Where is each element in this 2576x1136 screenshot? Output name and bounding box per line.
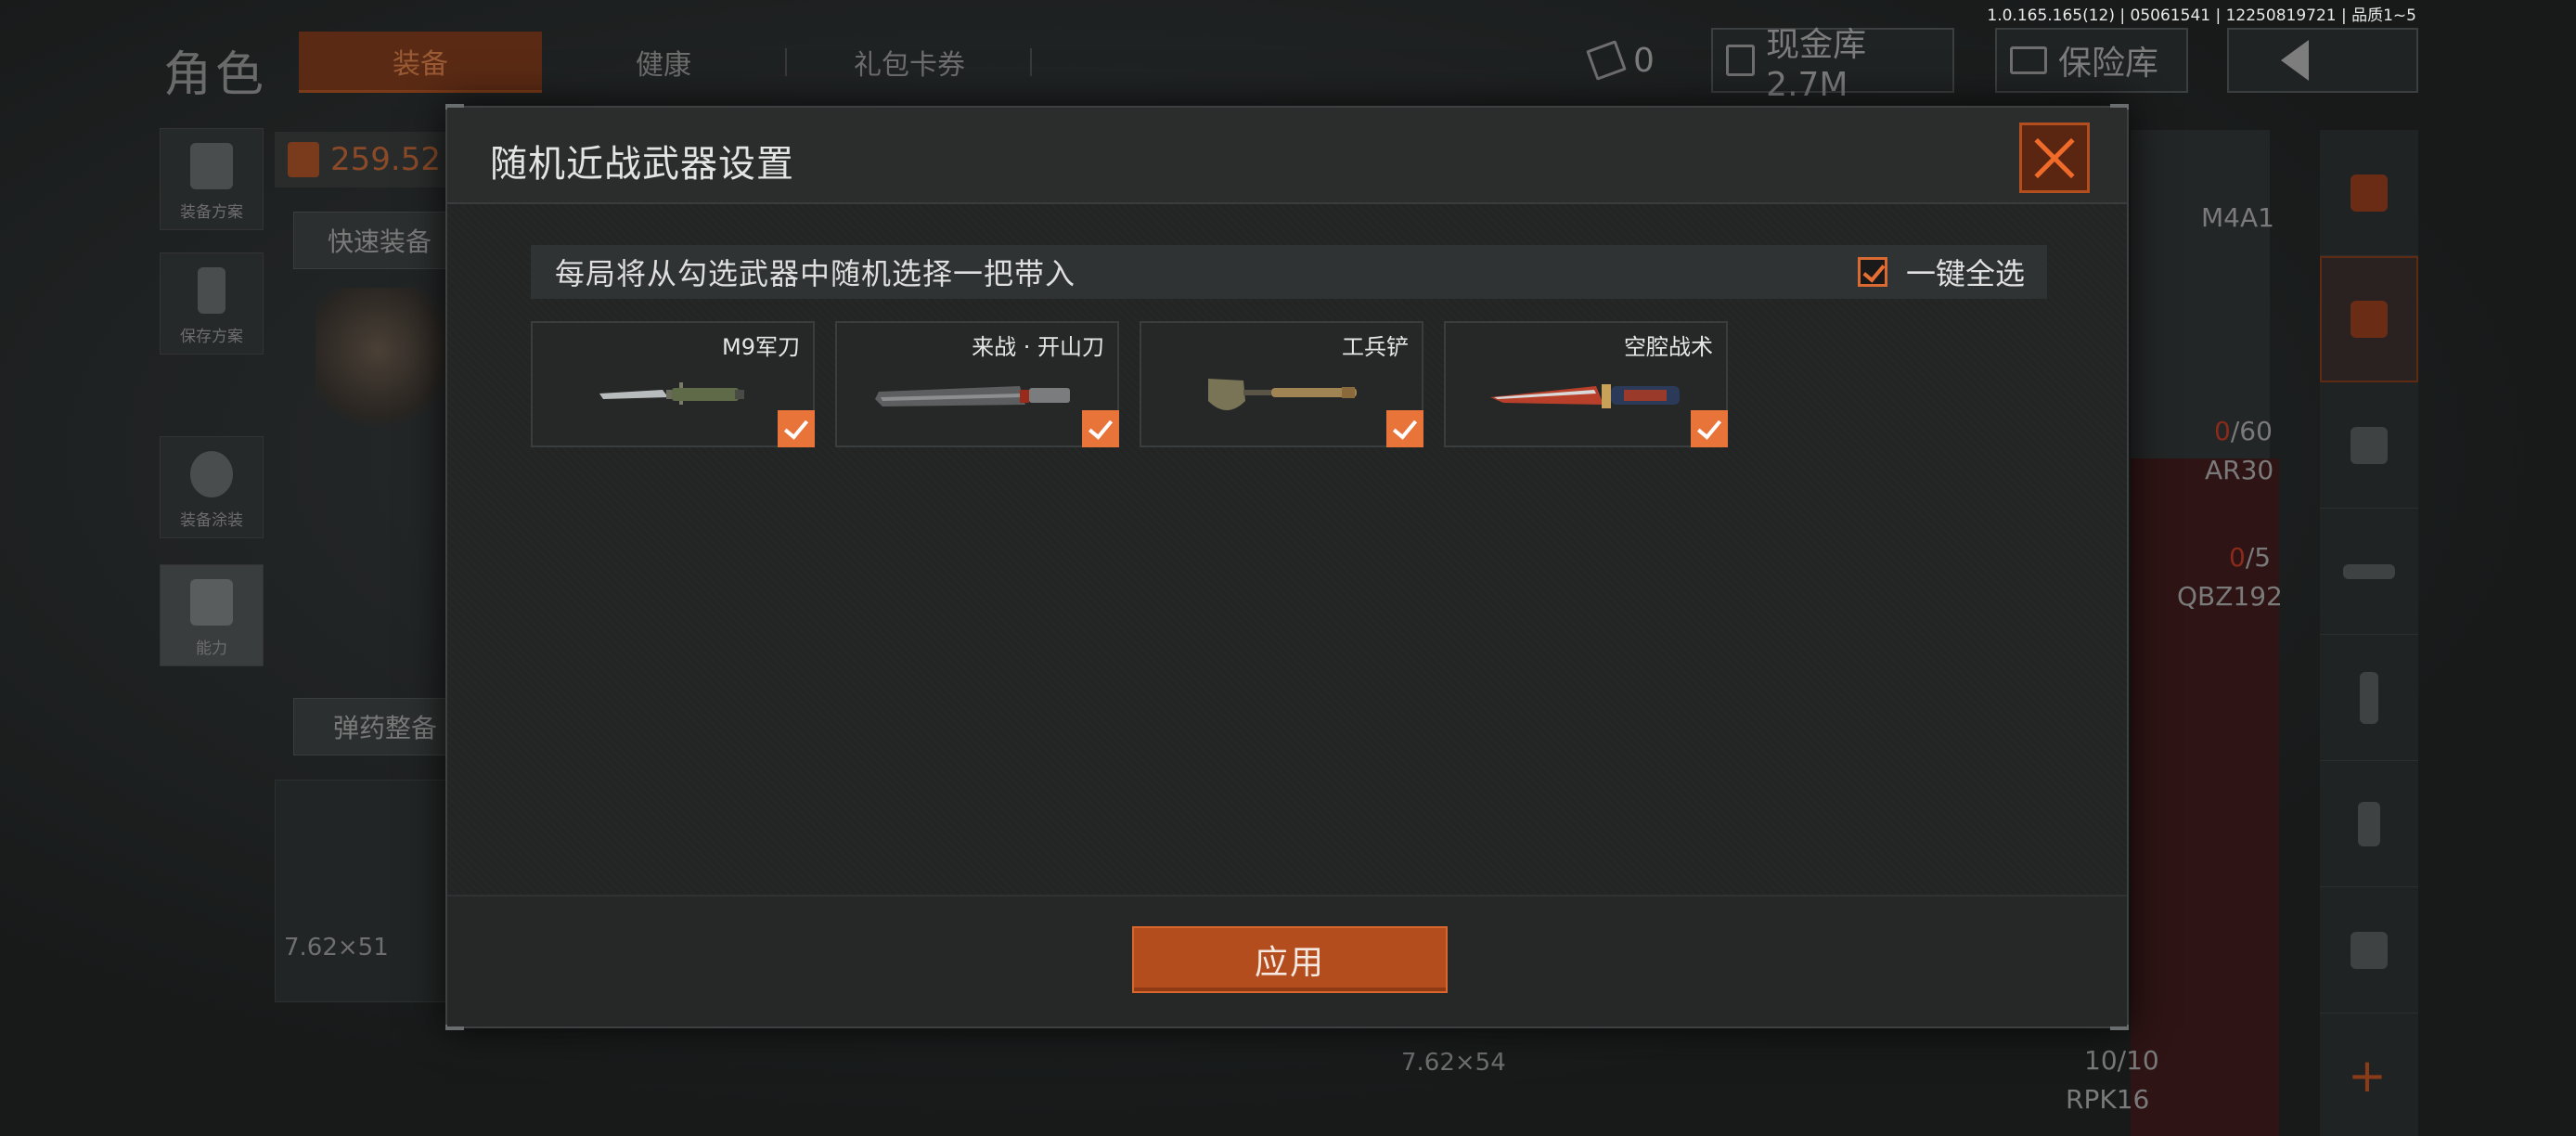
vault-icon <box>2010 46 2047 74</box>
weapon-card-tactical-knife[interactable]: 空腔战术 <box>1444 321 1728 447</box>
shovel-image <box>1208 379 1357 410</box>
add-icon[interactable]: + <box>2348 1049 2387 1103</box>
ticket-count: 0 <box>1633 41 1655 80</box>
resource-counter: 259.52 <box>275 132 460 187</box>
rifle-icon <box>2343 563 2395 579</box>
cash-vault-button[interactable]: 现金库 2.7M <box>1711 26 1954 104</box>
category-item[interactable] <box>2320 382 2418 509</box>
game-screen: 1.0.165.165(12) | 05061541 | 12250819721… <box>0 0 2576 1136</box>
nav-label: 保存方案 <box>180 328 243 346</box>
weapon-grid: M9军刀 来战 · 开山刀 工兵铲 空腔战术 <box>531 321 1728 447</box>
ticket-counter: 0 <box>1578 28 1680 93</box>
checked-checkbox-icon[interactable] <box>1082 410 1119 447</box>
ticket-icon <box>1586 40 1627 81</box>
tab-divider <box>1030 48 1032 76</box>
resource-value: 259.52 <box>330 141 441 178</box>
lightning-icon <box>190 579 233 626</box>
category-item[interactable] <box>2320 256 2418 382</box>
ammo-button[interactable]: 弹药整备 <box>293 698 460 755</box>
back-arrow-icon <box>2281 40 2309 81</box>
weapon-count: 0/60 <box>2214 416 2273 446</box>
melee-settings-dialog: 随机近战武器设置 每局将从勾选武器中随机选择一把带入 一键全选 M9军刀 来战 … <box>445 104 2129 1030</box>
weapon-count-used: 0 <box>2229 542 2246 573</box>
nav-label: 能力 <box>196 639 227 658</box>
machete-image <box>875 386 1070 407</box>
weapon-name[interactable]: M4A1 <box>2201 202 2274 233</box>
weapon-card-machete[interactable]: 来战 · 开山刀 <box>835 321 1119 447</box>
dialog-header: 随机近战武器设置 <box>447 108 2127 204</box>
category-item[interactable] <box>2320 761 2418 887</box>
weapon-name: 工兵铲 <box>1342 334 1409 360</box>
bayonet-image <box>599 382 744 405</box>
close-button[interactable] <box>2019 123 2090 193</box>
cash-icon <box>1726 45 1756 76</box>
caliber-label: 7.62×51 <box>284 934 389 962</box>
weapon-name[interactable]: QBZ192 <box>2177 581 2283 612</box>
weapon-count: 10/10 <box>2084 1045 2159 1076</box>
caliber-label: 7.62×54 <box>1401 1049 1506 1077</box>
vault-button[interactable]: 保险库 <box>1995 28 2188 93</box>
tactical-knife-image <box>1490 384 1680 408</box>
weapon-name: 来战 · 开山刀 <box>972 334 1104 360</box>
quick-equip-button[interactable]: 快速装备 <box>293 212 460 269</box>
checked-checkbox-icon[interactable] <box>1386 410 1423 447</box>
version-text: 1.0.165.165(12) | 05061541 | 12250819721… <box>1987 6 2416 25</box>
weapon-name[interactable]: AR30 <box>2205 455 2273 485</box>
category-item[interactable] <box>2320 635 2418 761</box>
download-icon <box>198 267 225 314</box>
helmet-icon <box>2351 426 2388 464</box>
weapon-count-used: 0 <box>2214 416 2231 446</box>
tab-divider <box>785 48 787 76</box>
weapon-name: M9军刀 <box>722 334 800 360</box>
weapon-card-shovel[interactable]: 工兵铲 <box>1140 321 1423 447</box>
vest-icon <box>2351 931 2388 969</box>
info-text: 每局将从勾选武器中随机选择一把带入 <box>555 256 1076 291</box>
info-bar: 每局将从勾选武器中随机选择一把带入 一键全选 <box>531 245 2047 299</box>
checkbox-icon[interactable] <box>1857 257 1887 287</box>
backpack-icon <box>190 143 233 189</box>
weapon-count-total: /60 <box>2230 416 2273 446</box>
select-all-label: 一键全选 <box>1905 256 2025 291</box>
magazine-icon <box>2360 671 2378 724</box>
category-item[interactable] <box>2320 130 2418 256</box>
select-all-toggle[interactable]: 一键全选 <box>1857 251 2025 293</box>
vault-label: 保险库 <box>2058 45 2159 83</box>
tab-equipment[interactable]: 装备 <box>299 32 542 93</box>
helmet-image <box>316 288 455 427</box>
nav-label: 装备涂装 <box>180 511 243 530</box>
weapon-name[interactable]: RPK16 <box>2066 1084 2149 1115</box>
soldier-icon <box>190 451 233 497</box>
page-title: 角色 <box>163 47 268 103</box>
dialog-title: 随机近战武器设置 <box>490 143 794 186</box>
category-item[interactable] <box>2320 887 2418 1013</box>
armor-icon <box>288 142 319 177</box>
grenade-icon <box>2358 801 2380 846</box>
apply-button[interactable]: 应用 <box>1132 926 1448 993</box>
nav-equipment-skin[interactable]: 装备涂装 <box>160 436 264 538</box>
category-item[interactable] <box>2320 509 2418 635</box>
weapon-name: 空腔战术 <box>1624 334 1713 360</box>
nav-save-plan[interactable]: 保存方案 <box>160 252 264 355</box>
back-button[interactable] <box>2227 28 2418 93</box>
tab-health[interactable]: 健康 <box>557 32 770 93</box>
cash-label: 现金库 2.7M <box>1766 25 1867 104</box>
weapon-card-m9[interactable]: M9军刀 <box>531 321 815 447</box>
category-sidebar <box>2320 130 2418 1136</box>
checked-checkbox-icon[interactable] <box>1691 410 1728 447</box>
nav-ability[interactable]: 能力 <box>160 564 264 666</box>
weapon-count-total: /5 <box>2245 542 2272 573</box>
tab-gift-cards[interactable]: 礼包卡券 <box>798 32 1021 93</box>
refresh-layers-icon <box>2351 174 2388 212</box>
weapon-slot[interactable] <box>275 780 460 1002</box>
layers-icon <box>2351 301 2388 338</box>
nav-loadout-plans[interactable]: 装备方案 <box>160 128 264 230</box>
checked-checkbox-icon[interactable] <box>778 410 815 447</box>
weapon-count: 0/5 <box>2229 542 2271 573</box>
nav-label: 装备方案 <box>180 203 243 222</box>
